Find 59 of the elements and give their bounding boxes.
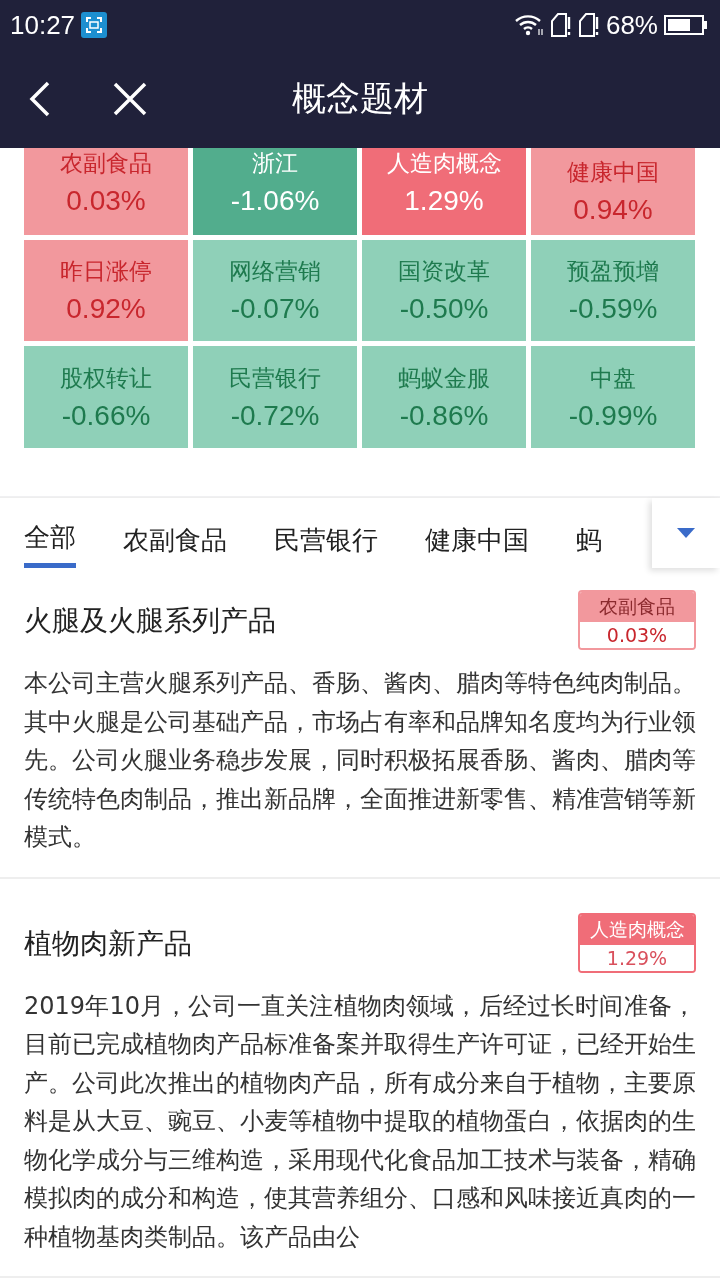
change-percent: 0.94% bbox=[573, 194, 653, 226]
concept-tile[interactable]: 预盈预增 -0.59% bbox=[531, 240, 695, 341]
battery-icon bbox=[664, 14, 708, 36]
article-title: 火腿及火腿系列产品 bbox=[24, 603, 276, 639]
concept-name: 健康中国 bbox=[567, 158, 659, 187]
change-percent: -0.50% bbox=[399, 293, 489, 325]
concept-tile[interactable]: 蚂蚁金服 -0.86% bbox=[362, 346, 526, 448]
change-percent: 1.29% bbox=[404, 185, 484, 217]
concept-name: 网络营销 bbox=[229, 257, 321, 286]
concept-tag[interactable]: 人造肉概念 1.29% bbox=[578, 912, 696, 973]
concept-name: 股权转让 bbox=[60, 363, 152, 393]
concept-tag[interactable]: 农副食品 0.03% bbox=[578, 590, 696, 650]
back-icon bbox=[28, 80, 52, 118]
sim-card-icon bbox=[577, 12, 600, 38]
concept-tile[interactable]: 健康中国 0.94% bbox=[531, 148, 695, 235]
category-tab[interactable]: 农副食品 bbox=[123, 498, 227, 568]
change-percent: -0.59% bbox=[568, 293, 658, 325]
caret-icon bbox=[677, 528, 695, 538]
tag-label: 人造肉概念 bbox=[580, 914, 694, 945]
concept-tile[interactable]: 人造肉概念 1.29% bbox=[362, 148, 526, 235]
concept-name: 浙江 bbox=[252, 149, 298, 178]
change-percent: 0.92% bbox=[66, 293, 146, 325]
page-title: 概念题材 bbox=[292, 78, 428, 118]
concept-tile[interactable]: 股权转让 -0.66% bbox=[24, 346, 188, 448]
change-percent: -0.66% bbox=[61, 399, 151, 432]
sim-card-icon bbox=[549, 12, 572, 38]
article-title: 植物肉新产品 bbox=[24, 925, 192, 962]
article-body: 2019年10月，公司一直关注植物肉领域，后经过长时间准备，目前已完成植物肉产品标准备案并取得生产许可证，已经开始生产。公司此次推出的植物肉产品，所有成分来自于植物，主要原料是从大豆、豌豆、小麦等植物中提取的植物蛋白，依据肉的生物化学成分与三维构造，采用现代化食品加工技术与装备，精确模拟肉的成分和构造，使其营养组分、口感和风味接近真肉的一种植物基肉类制品。该产品由公 bbox=[24, 990, 696, 1253]
change-percent: -0.72% bbox=[230, 399, 320, 432]
category-tab[interactable]: 健康中国 bbox=[425, 498, 529, 568]
wifi-icon bbox=[513, 13, 544, 37]
tag-label: 农副食品 bbox=[580, 592, 694, 622]
battery-percent: 68% bbox=[605, 9, 658, 41]
concept-name: 民营银行 bbox=[229, 363, 321, 393]
category-tab[interactable]: 民营银行 bbox=[274, 498, 378, 568]
clock-time: 10:27 bbox=[10, 9, 76, 41]
concept-tile[interactable]: 网络营销 -0.07% bbox=[193, 240, 357, 341]
concept-tile[interactable]: 浙江 -1.06% bbox=[193, 148, 357, 235]
change-percent: -0.99% bbox=[568, 399, 658, 432]
concept-name: 人造肉概念 bbox=[386, 149, 502, 178]
concept-name: 昨日涨停 bbox=[60, 257, 152, 286]
concept-tile[interactable]: 中盘 -0.99% bbox=[531, 346, 695, 448]
concept-tile[interactable]: 国资改革 -0.50% bbox=[362, 240, 526, 341]
screenshot-icon bbox=[81, 12, 108, 38]
close-icon bbox=[112, 81, 148, 117]
change-percent: 0.03% bbox=[66, 185, 146, 217]
change-percent: -0.07% bbox=[230, 293, 320, 325]
concept-name: 农副食品 bbox=[60, 149, 152, 178]
concept-name: 预盈预增 bbox=[567, 257, 659, 286]
change-percent: -0.86% bbox=[399, 399, 489, 432]
concept-tile[interactable]: 昨日涨停 0.92% bbox=[24, 240, 188, 341]
article-body: 本公司主营火腿系列产品、香肠、酱肉、腊肉等特色纯肉制品。其中火腿是公司基础产品，市场占有率和品牌知名度均为行业领先。公司火腿业务稳步发展，同时积极拓展香肠、酱肉、腊肉等传统特色肉制品，推出新品牌，全面推进新零售、精准营销等新模式。 bbox=[24, 668, 696, 853]
category-tab[interactable]: 蚂 bbox=[576, 498, 602, 568]
concept-tile[interactable]: 民营银行 -0.72% bbox=[193, 346, 357, 448]
change-percent: -1.06% bbox=[230, 185, 320, 217]
concept-tile[interactable]: 农副食品 0.03% bbox=[24, 148, 188, 235]
concept-name: 蚂蚁金服 bbox=[398, 363, 490, 393]
concept-name: 国资改革 bbox=[398, 257, 490, 286]
concept-name: 中盘 bbox=[590, 363, 636, 393]
